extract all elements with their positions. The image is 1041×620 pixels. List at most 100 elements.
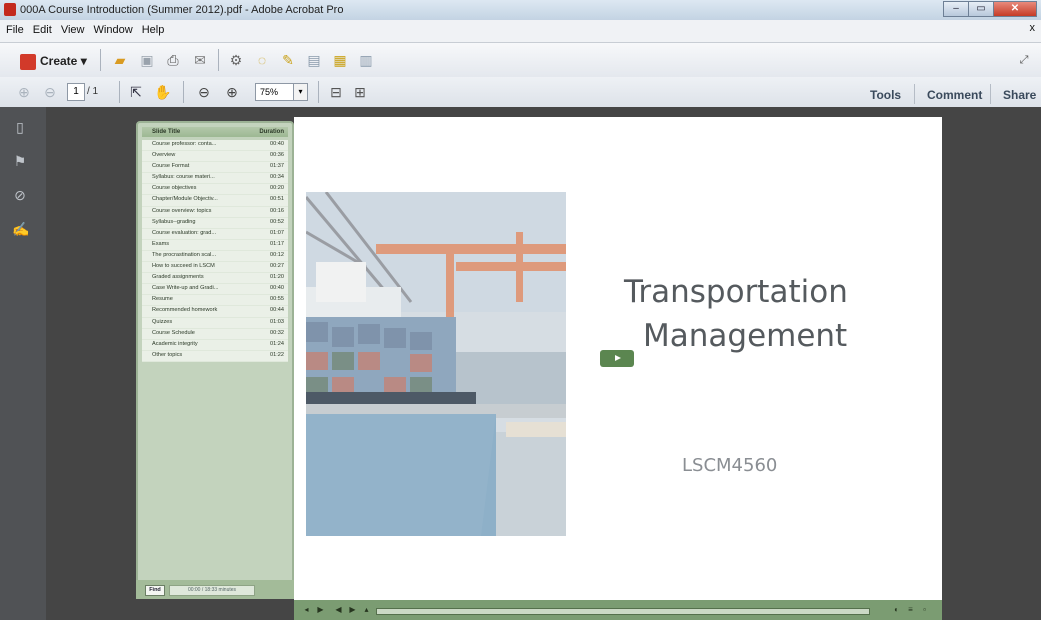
slide-title: Transportation Management bbox=[620, 270, 880, 358]
outline-row[interactable]: Course objectives 00:20 bbox=[142, 184, 288, 196]
seek-handle-icon[interactable]: ▴ bbox=[362, 605, 371, 614]
previous-slide-icon[interactable]: ◀ bbox=[334, 605, 343, 614]
outline-row[interactable]: Case Write-up and Gradi... 00:40 bbox=[142, 284, 288, 296]
outline-row[interactable]: Academic integrity 01:24 bbox=[142, 339, 288, 351]
menu-edit[interactable]: Edit bbox=[27, 20, 52, 36]
close-button[interactable]: ✕ bbox=[993, 1, 1037, 17]
maximize-button[interactable]: ▭ bbox=[968, 1, 994, 17]
outline-row-title: Course objectives bbox=[152, 185, 197, 192]
minimize-button[interactable]: – bbox=[943, 1, 969, 17]
comment-icon[interactable]: ◌ bbox=[252, 50, 272, 70]
menu-window[interactable]: Window bbox=[88, 20, 133, 36]
outline-row-duration: 00:32 bbox=[270, 329, 284, 336]
outline-row-duration: 00:20 bbox=[270, 185, 284, 192]
page-down-icon[interactable]: ⊖ bbox=[40, 82, 60, 102]
outline-row[interactable]: Course overview: topics 00:16 bbox=[142, 206, 288, 218]
outline-row-duration: 00:16 bbox=[270, 207, 284, 214]
outline-row-duration: 00:40 bbox=[270, 285, 284, 292]
outline-toggle-icon[interactable]: ◂ bbox=[302, 605, 311, 614]
attachments-icon[interactable]: ⊘ bbox=[12, 187, 28, 203]
outline-row-title: Recommended homework bbox=[152, 307, 218, 314]
bookmarks-icon[interactable]: ⚑ bbox=[12, 153, 28, 169]
page-number-input[interactable]: 1 bbox=[67, 83, 85, 101]
toolbar-divider bbox=[100, 49, 101, 71]
outline-row[interactable]: Overview 00:36 bbox=[142, 151, 288, 163]
outline-row[interactable]: Course professor: conta... 00:40 bbox=[142, 140, 288, 152]
gear-icon[interactable]: ⚙ bbox=[226, 50, 246, 70]
outline-row-title: Overview bbox=[152, 152, 176, 159]
outline-row-title: Resume bbox=[152, 296, 173, 303]
outline-row[interactable]: Quizzes 01:03 bbox=[142, 317, 288, 329]
zoom-level-field[interactable]: 75% bbox=[255, 83, 295, 101]
seek-bar[interactable] bbox=[376, 608, 870, 615]
page-up-icon[interactable]: ⊕ bbox=[14, 82, 34, 102]
outline-row-duration: 00:34 bbox=[270, 174, 284, 181]
outline-row[interactable]: Recommended homework 00:44 bbox=[142, 306, 288, 318]
settings-icon[interactable]: ≡ bbox=[906, 605, 915, 614]
highlight-icon[interactable]: ✎ bbox=[278, 50, 298, 70]
full-screen-icon[interactable]: ⊞ bbox=[350, 82, 370, 102]
outline-footer: Find 00:00 / 18:33 minutes bbox=[136, 580, 294, 599]
signatures-icon[interactable]: ✍ bbox=[12, 221, 29, 237]
outline-row[interactable]: Course Schedule 00:32 bbox=[142, 328, 288, 340]
zoom-in-icon[interactable]: ⊕ bbox=[222, 82, 242, 102]
share-icon[interactable]: ▦ bbox=[330, 50, 350, 70]
hand-tool-icon[interactable]: ✋ bbox=[153, 82, 173, 102]
next-slide-icon[interactable]: ▶ bbox=[348, 605, 357, 614]
outline-row[interactable]: Course evaluation: grad... 01:07 bbox=[142, 228, 288, 240]
fullscreen-player-icon[interactable]: ▫ bbox=[920, 605, 929, 614]
document-icon[interactable]: ▤ bbox=[304, 50, 324, 70]
print-icon[interactable]: ⎙ bbox=[163, 50, 183, 70]
fit-page-icon[interactable]: ⊟ bbox=[326, 82, 346, 102]
menu-file[interactable]: File bbox=[0, 20, 24, 36]
outline-row-title: Quizzes bbox=[152, 318, 173, 325]
outline-row[interactable]: Exams 01:17 bbox=[142, 239, 288, 251]
window-title: 000A Course Introduction (Summer 2012).p… bbox=[20, 4, 344, 16]
create-button[interactable]: Create ▾ bbox=[20, 51, 87, 71]
outline-row[interactable]: Resume 00:55 bbox=[142, 295, 288, 307]
play-icon[interactable] bbox=[600, 350, 634, 367]
tab-share[interactable]: Share bbox=[1003, 88, 1036, 102]
outline-row-title: Course evaluation: grad... bbox=[152, 229, 217, 236]
outline-row-duration: 00:52 bbox=[270, 218, 284, 225]
outline-row[interactable]: Graded assignments 01:20 bbox=[142, 273, 288, 285]
expand-icon[interactable]: ⤢ bbox=[1014, 50, 1034, 70]
volume-icon[interactable]: ◐ bbox=[892, 605, 901, 614]
outline-row-title: How to succeed in LSCM bbox=[152, 263, 215, 270]
select-tool-icon[interactable]: ⇱ bbox=[126, 82, 146, 102]
outline-row-duration: 01:22 bbox=[270, 351, 284, 358]
menu-view[interactable]: View bbox=[55, 20, 85, 36]
review-icon[interactable]: ▥ bbox=[356, 50, 376, 70]
outline-row-title: Graded assignments bbox=[152, 274, 204, 281]
save-icon[interactable]: ▣ bbox=[137, 50, 157, 70]
outline-row-duration: 00:40 bbox=[270, 141, 284, 147]
outline-row-duration: 01:24 bbox=[270, 340, 284, 347]
outline-row-duration: 00:36 bbox=[270, 152, 284, 159]
email-icon[interactable]: ✉ bbox=[190, 50, 210, 70]
outline-list: Course professor: conta... 00:40 Overview 0… bbox=[142, 140, 288, 362]
pages-panel-icon[interactable]: ▯ bbox=[12, 119, 28, 135]
play-button-icon[interactable]: ▶ bbox=[316, 605, 325, 614]
outline-row[interactable]: Syllabus: course materi... 00:34 bbox=[142, 173, 288, 185]
open-folder-icon[interactable]: ▰ bbox=[110, 50, 130, 70]
outline-row[interactable]: Syllabus--grading 00:52 bbox=[142, 217, 288, 229]
outline-row[interactable]: Course Format 01:37 bbox=[142, 162, 288, 174]
outline-row-title: Academic integrity bbox=[152, 340, 198, 347]
outline-row[interactable]: Chapter/Module Objectiv... 00:51 bbox=[142, 195, 288, 207]
zoom-out-icon[interactable]: ⊖ bbox=[194, 82, 214, 102]
slide-title-line2: Management bbox=[643, 318, 848, 354]
outline-row[interactable]: The procrastination scal... 00:12 bbox=[142, 250, 288, 263]
document-close-icon[interactable]: x bbox=[1030, 22, 1036, 34]
create-icon bbox=[20, 53, 36, 70]
zoom-dropdown-icon[interactable]: ▾ bbox=[293, 83, 308, 101]
tab-comment[interactable]: Comment bbox=[927, 88, 982, 102]
outline-row[interactable]: Other topics 01:22 bbox=[142, 350, 288, 362]
outline-row-title: Course Schedule bbox=[152, 329, 195, 336]
tab-divider bbox=[914, 84, 915, 104]
find-button[interactable]: Find bbox=[145, 585, 165, 596]
outline-row[interactable]: How to succeed in LSCM 00:27 bbox=[142, 262, 288, 274]
tab-tools[interactable]: Tools bbox=[870, 88, 901, 102]
outline-row-duration: 01:17 bbox=[270, 240, 284, 247]
menu-help[interactable]: Help bbox=[136, 20, 165, 36]
outline-row-duration: 01:07 bbox=[270, 229, 284, 236]
